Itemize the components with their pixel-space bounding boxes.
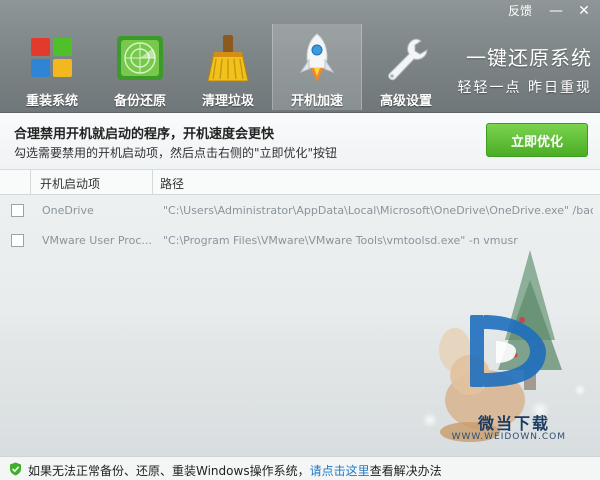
slogan-title: 一键还原系统	[466, 46, 592, 70]
info-title: 合理禁用开机就启动的程序，开机速度会更快	[14, 127, 275, 142]
nav-item-reinstall[interactable]: 重装系统	[8, 24, 96, 110]
nav-label: 备份还原	[113, 94, 166, 109]
nav-item-advanced[interactable]: 高级设置	[362, 24, 450, 110]
status-footer: 如果无法正常备份、还原、重装Windows操作系统，请点击这里查看解决办法	[0, 456, 600, 480]
startup-item-name: OneDrive	[42, 204, 94, 217]
rocket-icon	[291, 32, 343, 84]
header: 反馈 — ✕ 重装系统 备份还原 清理垃圾 开机加速 高级设置 一键还原系统 轻…	[0, 0, 600, 113]
startup-item-name: VMware User Proc...	[42, 234, 152, 247]
nav-item-boost[interactable]: 开机加速	[272, 24, 362, 110]
minimize-button[interactable]: —	[548, 2, 564, 20]
help-link[interactable]: 请点击这里	[310, 464, 370, 478]
close-button[interactable]: ✕	[576, 2, 592, 20]
column-divider[interactable]	[152, 170, 153, 194]
feedback-button[interactable]: 反馈	[504, 2, 536, 20]
watermark-url: WWW.WEIDOWN.COM	[451, 432, 566, 442]
table-header: 开机启动项 路径	[0, 170, 600, 195]
column-divider	[30, 170, 31, 194]
info-subtitle: 勾选需要禁用的开机启动项，然后点击右侧的"立即优化"按钮	[14, 146, 338, 160]
nav-label: 高级设置	[379, 94, 432, 109]
shield-check-icon	[9, 462, 22, 479]
nav-label: 清理垃圾	[201, 94, 254, 109]
wrench-icon	[380, 32, 432, 84]
windows-logo-icon	[26, 32, 78, 84]
footer-message: 如果无法正常备份、还原、重装Windows操作系统，请点击这里查看解决办法	[28, 462, 442, 479]
main-nav: 重装系统 备份还原 清理垃圾 开机加速 高级设置	[8, 24, 450, 110]
nav-label: 重装系统	[25, 94, 78, 109]
radar-icon	[114, 32, 166, 84]
slogan-subtitle: 轻轻一点 昨日重现	[457, 80, 592, 96]
nav-item-cleanup[interactable]: 清理垃圾	[184, 24, 272, 110]
watermark-brand: 微当下载	[477, 414, 550, 433]
broom-icon	[202, 32, 254, 84]
row-checkbox[interactable]	[11, 204, 24, 217]
optimize-button[interactable]: 立即优化	[486, 123, 588, 157]
nav-label: 开机加速	[290, 94, 343, 109]
slogan: 一键还原系统 轻轻一点 昨日重现	[458, 42, 592, 97]
row-checkbox[interactable]	[11, 234, 24, 247]
info-bar: 合理禁用开机就启动的程序，开机速度会更快 勾选需要禁用的开机启动项，然后点击右侧…	[0, 113, 600, 170]
startup-list-area: 开机启动项 路径 OneDrive "C:\Users\Administrato…	[0, 170, 600, 456]
app-window: 反馈 — ✕ 重装系统 备份还原 清理垃圾 开机加速 高级设置 一键还原系统 轻…	[0, 0, 600, 480]
startup-item-path: "C:\Program Files\VMware\VMware Tools\vm…	[163, 234, 518, 247]
table-row[interactable]: VMware User Proc... "C:\Program Files\VM…	[0, 225, 600, 255]
startup-item-path: "C:\Users\Administrator\AppData\Local\Mi…	[163, 204, 593, 217]
title-controls: 反馈 — ✕	[504, 2, 592, 20]
nav-item-backup[interactable]: 备份还原	[96, 24, 184, 110]
column-header-startup-item[interactable]: 开机启动项	[40, 175, 100, 192]
footer-prefix: 如果无法正常备份、还原、重装Windows操作系统，	[28, 464, 310, 478]
table-row[interactable]: OneDrive "C:\Users\Administrator\AppData…	[0, 195, 600, 225]
footer-suffix: 查看解决办法	[369, 464, 442, 478]
column-header-path[interactable]: 路径	[160, 175, 184, 192]
